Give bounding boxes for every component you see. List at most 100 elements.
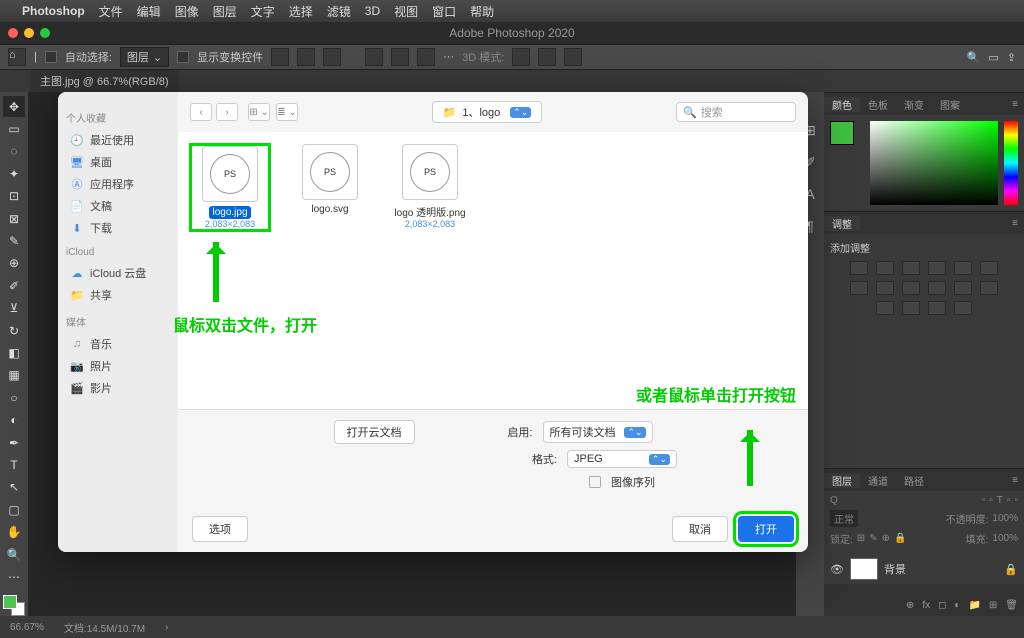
open-cloud-button[interactable]: 打开云文档 [334,420,415,444]
color-swatch[interactable] [3,595,25,616]
brush-tool-icon[interactable]: ✐ [3,275,25,296]
path-dropdown[interactable]: 📁1、logo⌃⌄ [432,101,543,123]
search-input[interactable]: 🔍搜索 [676,102,796,122]
visibility-icon[interactable]: 👁 [830,563,844,576]
mask-icon[interactable]: ◻ [938,600,946,611]
history-brush-icon[interactable]: ↻ [3,320,25,341]
delete-layer-icon[interactable]: 🗑 [1005,600,1018,611]
zoom-window-icon[interactable] [40,28,50,38]
doc-info[interactable]: 文档:14.5M/10.7M [64,620,145,635]
adj-icon[interactable] [928,281,946,295]
adj-icon[interactable] [850,261,868,275]
share-icon[interactable]: ⇪ [1007,51,1016,64]
dist-icon-2[interactable] [391,48,409,66]
type-tool-icon[interactable]: T [3,454,25,475]
zoom-level[interactable]: 66.67% [10,622,44,633]
menu-file[interactable]: 文件 [99,3,123,20]
menu-edit[interactable]: 编辑 [137,3,161,20]
sidebar-item-recent[interactable]: 🕘最近使用 [66,129,170,151]
sidebar-item-icloud[interactable]: ☁iCloud 云盘 [66,262,170,284]
edit-toolbar-icon[interactable]: ⋯ [3,566,25,587]
link-layers-icon[interactable]: ⊕ [906,600,914,611]
adj-icon[interactable] [954,261,972,275]
menu-select[interactable]: 选择 [289,3,313,20]
3d-icon[interactable] [512,48,530,66]
cancel-button[interactable]: 取消 [672,516,728,542]
stamp-tool-icon[interactable]: ⊻ [3,298,25,319]
menu-layer[interactable]: 图层 [213,3,237,20]
sidebar-item-music[interactable]: ♫音乐 [66,333,170,355]
minimize-window-icon[interactable] [24,28,34,38]
panel-menu-icon[interactable]: ≡ [1006,475,1024,486]
tab-adjustments[interactable]: 调整 [824,216,860,231]
tab-swatches[interactable]: 色板 [860,97,896,112]
new-layer-icon[interactable]: ⊞ [989,600,997,611]
adj-layer-icon[interactable]: ◐ [954,600,960,611]
tab-gradients[interactable]: 渐变 [896,97,932,112]
panel-menu-icon[interactable]: ≡ [1006,218,1024,229]
menu-3d[interactable]: 3D [365,4,380,18]
blend-mode-dropdown[interactable]: 正常 [830,510,858,527]
shape-tool-icon[interactable]: ▢ [3,499,25,520]
adj-icon[interactable] [902,261,920,275]
sidebar-item-downloads[interactable]: ⬇下载 [66,217,170,239]
menu-filter[interactable]: 滤镜 [327,3,351,20]
3d-icon-3[interactable] [564,48,582,66]
gradient-tool-icon[interactable]: ▦ [3,365,25,386]
tab-layers[interactable]: 图层 [824,473,860,488]
adj-icon[interactable] [928,301,946,315]
tab-channels[interactable]: 通道 [860,473,896,488]
workspace-icon[interactable]: ▭ [988,51,998,64]
forward-button[interactable]: › [216,103,238,121]
lasso-tool-icon[interactable]: ◌ [3,141,25,162]
home-icon[interactable]: ⌂ [8,48,26,66]
group-button[interactable]: ≣ ⌄ [276,103,298,121]
open-button[interactable]: 打开 [738,516,794,542]
crop-tool-icon[interactable]: ⊡ [3,186,25,207]
adj-icon[interactable] [876,301,894,315]
eraser-tool-icon[interactable]: ◧ [3,342,25,363]
eyedropper-tool-icon[interactable]: ✎ [3,230,25,251]
panel-menu-icon[interactable]: ≡ [1006,99,1024,110]
color-picker[interactable] [824,115,1024,211]
heal-tool-icon[interactable]: ⊕ [3,253,25,274]
lock-icon[interactable]: 🔒 [1004,563,1018,576]
adj-icon[interactable] [876,281,894,295]
align-icon[interactable] [271,48,289,66]
auto-select-checkbox[interactable] [45,51,57,63]
hand-tool-icon[interactable]: ✋ [3,521,25,542]
menu-view[interactable]: 视图 [394,3,418,20]
image-sequence-checkbox[interactable] [589,476,601,488]
group-icon[interactable]: 📁 [968,600,980,611]
format-dropdown[interactable]: JPEG⌃⌄ [567,450,677,468]
document-tab[interactable]: 主图.jpg @ 66.7%(RGB/8) [30,70,179,92]
search-icon[interactable]: 🔍 [967,51,981,64]
adj-icon[interactable] [876,261,894,275]
show-transform-checkbox[interactable] [177,51,189,63]
sidebar-item-photos[interactable]: 📷照片 [66,355,170,377]
pen-tool-icon[interactable]: ✒ [3,432,25,453]
file-item-selected[interactable]: PS logo.jpg 2,083×2,083 [190,144,270,231]
align-icon-2[interactable] [297,48,315,66]
zoom-tool-icon[interactable]: 🔍 [3,544,25,565]
blur-tool-icon[interactable]: ○ [3,387,25,408]
tab-patterns[interactable]: 图案 [932,97,968,112]
layer-style-icon[interactable]: fx [922,600,930,611]
file-item[interactable]: PS logo 透明版.png 2,083×2,083 [390,144,470,229]
adj-icon[interactable] [902,281,920,295]
hue-slider[interactable] [1004,121,1018,205]
close-window-icon[interactable] [8,28,18,38]
dodge-tool-icon[interactable]: ◐ [3,409,25,430]
view-mode-button[interactable]: ⊞ ⌄ [248,103,270,121]
frame-tool-icon[interactable]: ⊠ [3,208,25,229]
sidebar-item-desktop[interactable]: 🖥桌面 [66,151,170,173]
sidebar-item-shared[interactable]: 📁共享 [66,284,170,306]
adj-icon[interactable] [850,281,868,295]
enable-dropdown[interactable]: 所有可读文档⌃⌄ [543,421,653,443]
file-browser[interactable]: PS logo.jpg 2,083×2,083 PS logo.svg PS l… [178,132,808,409]
adj-icon[interactable] [902,301,920,315]
foreground-color[interactable] [830,121,854,145]
move-tool-icon[interactable]: ✥ [3,96,25,117]
menu-type[interactable]: 文字 [251,3,275,20]
adj-icon[interactable] [954,301,972,315]
